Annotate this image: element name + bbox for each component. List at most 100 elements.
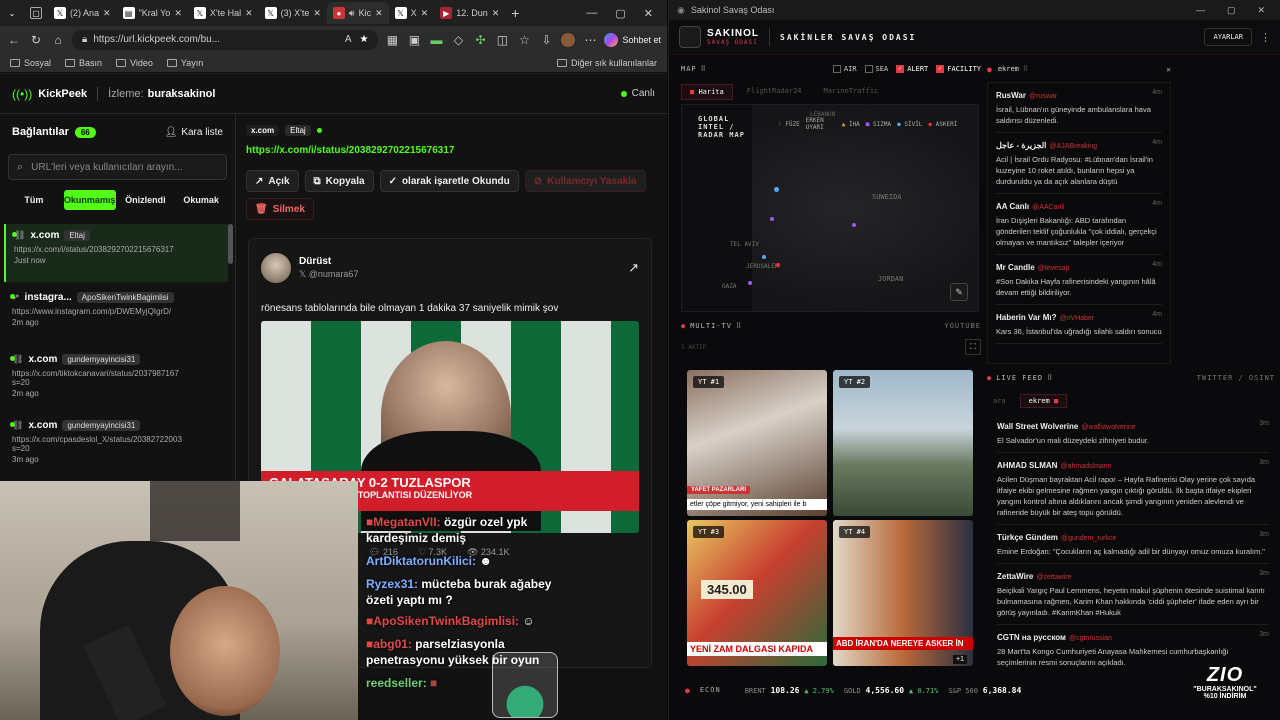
collections-icon[interactable]: ☆ bbox=[516, 32, 532, 48]
feed-item[interactable]: 4m Haberin Var Mı? @nVHaber Kars 36, İstan… bbox=[996, 305, 1162, 344]
extension-icon[interactable]: ◇ bbox=[450, 32, 466, 48]
profile-avatar[interactable] bbox=[560, 32, 576, 48]
feed-item[interactable]: 3m Wall Street Wolverine @wallstwolverine… bbox=[997, 414, 1269, 453]
bookmark-folder[interactable]: Yayın bbox=[166, 58, 203, 68]
legend-item: ! FÜZE bbox=[778, 120, 800, 128]
tab-marinetraffic[interactable]: MarineTraffic bbox=[816, 84, 887, 100]
tab-kral[interactable]: ▤ "Kral Yo ✕ bbox=[117, 2, 188, 24]
extension-icon[interactable]: ▦ bbox=[384, 32, 400, 48]
tab-x[interactable]: 𝕏 X ✕ bbox=[389, 2, 435, 24]
fullscreen-button[interactable]: ⛶ bbox=[965, 339, 981, 355]
list-item[interactable]: ↗ instagra... ApoSikenTwinkBagimlisi https… bbox=[4, 286, 228, 344]
tab-x-home[interactable]: 𝕏 (2) Ana ✕ bbox=[48, 2, 117, 24]
bookmark-folder[interactable]: Video bbox=[116, 58, 153, 68]
home-icon[interactable]: ⌂ bbox=[50, 32, 66, 48]
tab-kick[interactable]: ● 🔊︎ Kic ✕ bbox=[326, 2, 389, 24]
tag-remove-icon[interactable]: ■ bbox=[1054, 397, 1058, 405]
tab-x-3[interactable]: 𝕏 (3) X'te ✕ bbox=[259, 2, 327, 24]
filter-previewed[interactable]: Önizlendi bbox=[120, 190, 172, 210]
settings-button[interactable]: AYARLAR bbox=[1204, 28, 1252, 46]
draw-tool-button[interactable]: ✎ bbox=[950, 283, 968, 301]
sidebar-scrollbar[interactable] bbox=[228, 224, 233, 264]
minimize-icon[interactable]: — bbox=[586, 7, 597, 20]
copilot-button[interactable]: Sohbet et bbox=[604, 32, 661, 47]
video-tile[interactable]: YT #1 YAFET PAZARLARI etler çöpe gitmiyo… bbox=[687, 370, 827, 516]
list-item[interactable]: ⛓︎ x.com gundemyayincisi31 https://x.com/t… bbox=[4, 348, 228, 412]
extension-icon[interactable]: ▬ bbox=[428, 32, 444, 48]
feed-item[interactable]: 3m ZettaWire @zettawire Beiçikali Yargıç P… bbox=[997, 564, 1269, 625]
tab-media[interactable]: ▶ 12. Dun ✕ bbox=[434, 2, 505, 24]
new-tab-button[interactable]: + bbox=[505, 2, 525, 24]
bookmark-folder[interactable]: Sosyal bbox=[10, 58, 51, 68]
toggle-sea[interactable]: SEA bbox=[864, 65, 888, 73]
more-icon[interactable]: ⋮ bbox=[1260, 31, 1271, 44]
blacklist-button[interactable]: 👤︎ Kara liste bbox=[165, 127, 223, 138]
close-window-icon[interactable]: ✕ bbox=[1257, 5, 1265, 16]
video-tile[interactable]: YT #4 ABD İRAN'DA NEREYE ASKER İN +1 bbox=[833, 520, 973, 666]
chat-user: MegatanVII: bbox=[373, 515, 441, 529]
feed-search-input[interactable]: ara bbox=[987, 395, 1012, 407]
delete-button[interactable]: 🗑︎ Silmek bbox=[246, 198, 314, 220]
video-tile[interactable]: YT #2 bbox=[833, 370, 973, 516]
detail-link[interactable]: https://x.com/i/status/20382927022156763… bbox=[246, 145, 662, 156]
feed-item[interactable]: 4m RusWar @ruswar İsrail, Lübnan'ın güneyi… bbox=[996, 83, 1162, 133]
filter-all[interactable]: Tüm bbox=[8, 190, 60, 210]
tab-list-button[interactable]: ⌄ bbox=[0, 2, 24, 24]
back-icon[interactable]: ← bbox=[6, 32, 22, 48]
feed-item[interactable]: 4m AA Canlı @AACanli İran Dışişleri Bakanl… bbox=[996, 194, 1162, 255]
close-window-icon[interactable]: ✕ bbox=[644, 7, 653, 20]
external-link-icon[interactable]: ↗ bbox=[628, 260, 639, 276]
tab-actions-button[interactable]: ▢ bbox=[24, 2, 48, 24]
more-videos-badge[interactable]: +1 bbox=[953, 655, 967, 664]
mark-read-button[interactable]: ✓ olarak işaretle Okundu bbox=[379, 170, 519, 192]
feed-name: الجزيرة - عاجل bbox=[996, 141, 1047, 150]
tag-filter[interactable]: ekrem bbox=[998, 65, 1019, 73]
video-tile[interactable]: YT #3 345.00 YENİ ZAM DALGASI KAPIDA bbox=[687, 520, 827, 666]
close-icon[interactable]: ✕ bbox=[421, 8, 429, 19]
list-item[interactable]: ⛓︎ x.com Eltaj https://x.com/i/status/2038… bbox=[4, 224, 228, 282]
feed-item[interactable]: 4m Mr Candle @tevesap #Son Dakika Hayfa ra… bbox=[996, 255, 1162, 305]
more-icon[interactable]: ⋯ bbox=[582, 32, 598, 48]
reload-icon[interactable]: ↻ bbox=[28, 32, 44, 48]
feed-item[interactable]: 3m Türkçe Gündem @gundem_turkce Emine Erdo… bbox=[997, 525, 1269, 564]
minimize-icon[interactable]: — bbox=[1196, 5, 1205, 16]
close-icon[interactable]: ✕ bbox=[1166, 65, 1171, 74]
favorite-star-icon[interactable]: ★ bbox=[360, 34, 369, 45]
feed-item[interactable]: 3m AHMAD SLMAN @ahmadslmann Acilen Düşman … bbox=[997, 453, 1269, 525]
filter-unread[interactable]: Okunmamış bbox=[63, 190, 116, 210]
address-bar[interactable]: 🔒︎ https://url.kickpeek.com/bu... A ★ bbox=[72, 29, 379, 50]
open-button[interactable]: ↗ Açık bbox=[246, 170, 299, 192]
copy-button[interactable]: ⧉ Kopyala bbox=[304, 170, 374, 192]
promo-overlay: ZIO "BURAKSAKINOL" %10 İNDİRİM bbox=[1183, 664, 1267, 716]
toggle-air[interactable]: AIR bbox=[832, 65, 857, 73]
ban-user-button[interactable]: ⊘ Kullanıcıyı Yasakla bbox=[524, 170, 646, 192]
filter-read[interactable]: Okumak bbox=[175, 190, 227, 210]
close-icon[interactable]: ✕ bbox=[103, 8, 111, 19]
tab-x-hal[interactable]: 𝕏 X'te Hal ✕ bbox=[188, 2, 259, 24]
split-screen-icon[interactable]: ◫ bbox=[494, 32, 510, 48]
tab-map[interactable]: ■ Harita bbox=[681, 84, 733, 100]
feed-item[interactable]: 4m الجزيرة - عاجل @AJABreaking Acil | İsra… bbox=[996, 133, 1162, 194]
app-logo-icon bbox=[679, 26, 701, 48]
read-aloud-icon[interactable]: A bbox=[345, 34, 352, 45]
close-icon[interactable]: ✕ bbox=[492, 8, 500, 19]
radar-map[interactable]: GLOBAL INTEL / RADAR MAP ! FÜZE ERKEN UY… bbox=[681, 104, 979, 312]
downloads-icon[interactable]: ⇩ bbox=[538, 32, 554, 48]
toggle-alert[interactable]: ✓ ALERT bbox=[896, 65, 928, 73]
close-icon[interactable]: ✕ bbox=[313, 8, 321, 19]
close-icon[interactable]: ✕ bbox=[174, 8, 182, 19]
extension-icon[interactable]: ✣ bbox=[472, 32, 488, 48]
other-bookmarks[interactable]: Diğer sık kullanılanlar bbox=[556, 58, 657, 68]
close-icon[interactable]: ✕ bbox=[375, 8, 383, 19]
maximize-icon[interactable]: ▢ bbox=[615, 7, 625, 20]
close-icon[interactable]: ✕ bbox=[245, 8, 253, 19]
maximize-icon[interactable]: ▢ bbox=[1227, 5, 1236, 16]
tab-flightradar[interactable]: FlightRadar24 bbox=[739, 84, 810, 100]
bookmark-folder[interactable]: Basın bbox=[65, 58, 102, 68]
extension-icon[interactable]: ▣ bbox=[406, 32, 422, 48]
feed-handle: @zettawire bbox=[1036, 574, 1072, 581]
search-input[interactable]: ⌕ URL'leri veya kullanıcıları arayın... bbox=[8, 154, 227, 180]
tag-chip[interactable]: ekrem ■ bbox=[1019, 394, 1068, 408]
toggle-facility[interactable]: ✓ FACILITY bbox=[936, 65, 981, 73]
list-item[interactable]: ⛓︎ x.com gundemyayincisi31 https://x.com/c… bbox=[4, 414, 228, 480]
